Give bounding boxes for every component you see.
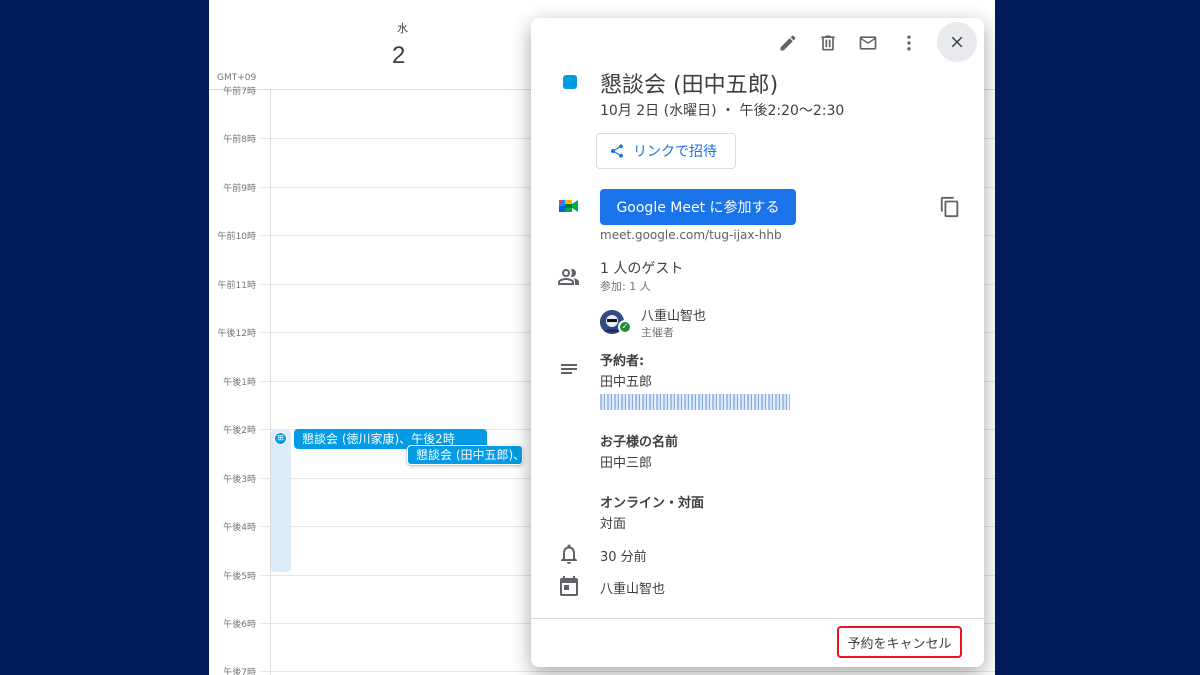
hour-label: 午前7時 — [223, 87, 256, 97]
reminder-text: 30 分前 — [600, 550, 647, 565]
hour-label: 午前8時 — [223, 135, 256, 145]
email-guests-button[interactable] — [852, 27, 884, 59]
hour-label: 午後12時 — [217, 329, 256, 339]
meeting-mode-value: 対面 — [600, 517, 627, 532]
more-options-button[interactable] — [893, 27, 925, 59]
event-title: 懇談会 (田中五郎) — [600, 73, 779, 98]
hour-label: 午前9時 — [223, 184, 256, 194]
edit-button[interactable] — [772, 27, 804, 59]
appointment-grid-icon: ⊞ — [274, 432, 287, 445]
event-color-swatch — [563, 75, 577, 89]
guest-count: 1 人のゲスト — [600, 261, 684, 277]
child-name-label: お子様の名前 — [600, 435, 679, 450]
invite-label: リンクで招待 — [633, 144, 717, 160]
guest-status-summary: 参加: 1 人 — [600, 280, 651, 293]
redacted-email — [600, 394, 790, 410]
hour-label: 午後5時 — [223, 572, 256, 582]
booked-by-label: 予約者: — [600, 354, 645, 369]
child-name-value: 田中三郎 — [600, 456, 653, 471]
share-icon — [610, 144, 623, 158]
event-details-popup: 懇談会 (田中五郎) 10月 2日 (水曜日) ・ 午後2:20～2:30 リン… — [531, 18, 984, 667]
pencil-icon — [780, 35, 796, 51]
bell-icon — [561, 544, 577, 564]
delete-button[interactable] — [812, 27, 844, 59]
calendar-owner: 八重山智也 — [600, 582, 666, 597]
hour-label: 午後1時 — [223, 378, 256, 388]
footer-divider — [531, 618, 984, 619]
accepted-check-icon: ✓ — [618, 320, 632, 334]
hour-label: 午前11時 — [217, 281, 256, 291]
hour-label: 午前10時 — [217, 232, 256, 242]
google-meet-icon — [559, 200, 578, 212]
booked-by-value: 田中五郎 — [600, 375, 653, 390]
more-vert-icon — [907, 35, 911, 51]
day-name: 水 — [397, 22, 408, 35]
hour-label: 午後2時 — [223, 426, 256, 436]
timezone-label: GMT+09 — [217, 73, 257, 83]
hour-line — [261, 671, 995, 672]
event-datetime: 10月 2日 (水曜日) ・ 午後2:20～2:30 — [600, 103, 845, 119]
description-icon — [561, 364, 577, 374]
close-icon — [951, 36, 963, 48]
grid-divider — [270, 90, 271, 675]
join-meet-button[interactable]: Google Meet に参加する — [600, 189, 796, 225]
hour-label: 午後7時 — [223, 668, 256, 675]
day-number[interactable]: 2 — [392, 42, 405, 70]
close-button[interactable] — [937, 22, 977, 62]
hour-label: 午後3時 — [223, 475, 256, 485]
guest-name: 八重山智也 — [641, 309, 707, 324]
hour-label: 午後4時 — [223, 523, 256, 533]
trash-icon — [821, 35, 835, 51]
copy-icon[interactable] — [939, 196, 963, 220]
hour-label: 午後6時 — [223, 620, 256, 630]
appointment-slot-block[interactable] — [271, 430, 291, 572]
mail-icon — [859, 36, 877, 50]
cancel-booking-button[interactable]: 予約をキャンセル — [837, 626, 962, 658]
guest-role: 主催者 — [641, 326, 674, 339]
people-icon — [558, 269, 579, 285]
meeting-mode-label: オンライン・対面 — [600, 496, 705, 511]
invite-via-link-button[interactable]: リンクで招待 — [596, 133, 736, 169]
meet-link[interactable]: meet.google.com/tug-ijax-hhb — [600, 228, 782, 242]
calendar-icon — [560, 576, 578, 596]
event-chip-selected[interactable]: 懇談会 (田中五郎)、 — [407, 445, 523, 465]
